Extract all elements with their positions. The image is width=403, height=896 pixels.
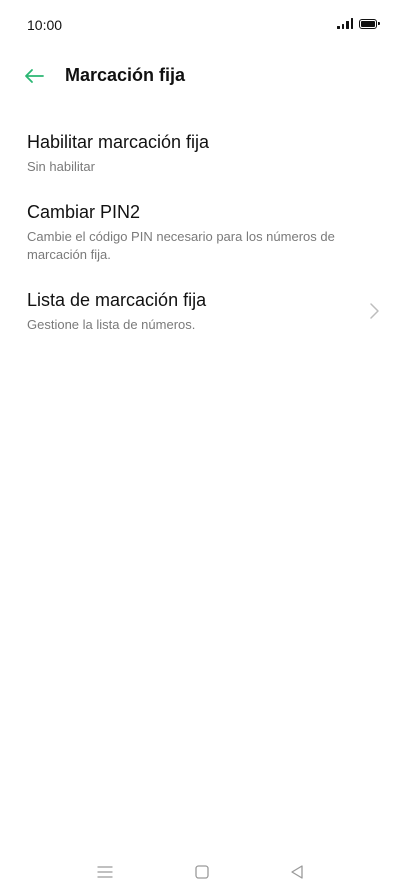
setting-change-pin2[interactable]: Cambiar PIN2 Cambie el código PIN necesa… xyxy=(0,188,403,276)
menu-button[interactable] xyxy=(95,862,115,882)
setting-title: Habilitar marcación fija xyxy=(27,132,210,152)
setting-enable-fixed-dialing[interactable]: Habilitar marcación fija Sin habilitar xyxy=(0,118,403,188)
home-square-icon xyxy=(195,865,209,879)
page-title: Marcación fija xyxy=(65,65,186,85)
setting-title: Cambiar PIN2 xyxy=(27,202,141,222)
settings-list: Habilitar marcación fija Sin habilitar C… xyxy=(0,118,403,346)
setting-fixed-dialing-list[interactable]: Lista de marcación fija Gestione la list… xyxy=(0,276,403,346)
status-time: 10:00 xyxy=(27,17,63,33)
chevron-right-icon xyxy=(370,303,379,319)
back-triangle-icon xyxy=(291,865,303,879)
arrow-left-icon xyxy=(25,69,44,83)
setting-subtitle: Cambie el código PIN necesario para los … xyxy=(27,229,335,262)
setting-subtitle: Sin habilitar xyxy=(27,159,95,174)
battery-icon xyxy=(359,18,380,29)
home-button[interactable] xyxy=(192,862,212,882)
setting-subtitle: Gestione la lista de números. xyxy=(27,317,196,332)
setting-title: Lista de marcación fija xyxy=(27,290,207,310)
navigation-bar xyxy=(0,848,403,896)
status-icons xyxy=(337,18,380,29)
menu-icon xyxy=(97,866,113,878)
back-nav-button[interactable] xyxy=(287,862,307,882)
app-bar: Marcación fija xyxy=(0,52,403,100)
status-bar: 10:00 xyxy=(0,0,403,52)
signal-icon xyxy=(337,18,353,29)
back-button[interactable] xyxy=(20,62,48,90)
